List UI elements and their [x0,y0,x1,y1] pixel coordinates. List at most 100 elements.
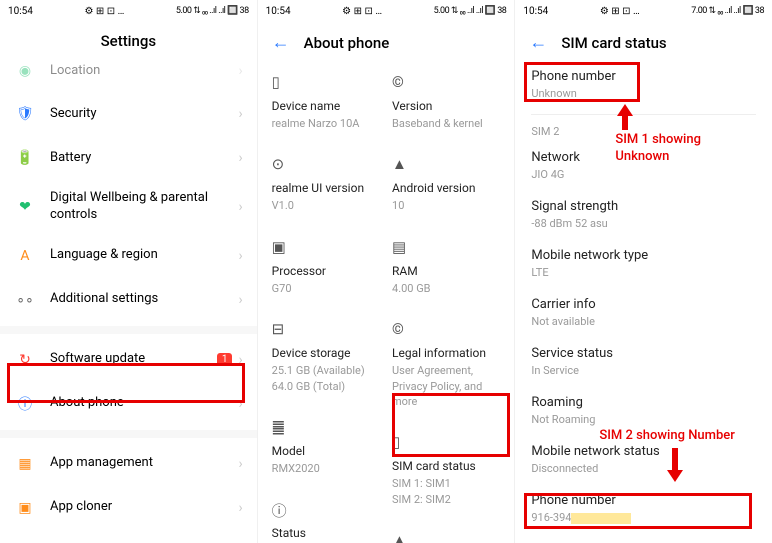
about-item-icon: ▤ [392,238,410,256]
about-header: ← About phone [258,22,515,63]
about-item-android-version[interactable]: ▲ Android version 10 [392,145,500,227]
chevron-right-icon: › [238,352,242,368]
settings-item-about-phone[interactable]: ⓘAbout phone› [0,382,257,426]
settings-item-app-cloner[interactable]: ▣ App cloner› [0,486,257,530]
settings-screen: 10:54 ⚙ ⊞ ⊡ … 5.00 ⇅ ₀₀ ..ıl ..ıl 🔲 38 S… [0,0,258,543]
chevron-right-icon: › [238,199,242,215]
about-item-icon: ䷀ [272,418,290,436]
about-item-device-storage[interactable]: ⊟Device storage25.1 GB (Available)64.0 G… [272,310,380,408]
about-item-value: SIM 1: SIM1SIM 2: SIM2 [392,476,500,507]
about-item-value: 4.00 GB [392,281,500,296]
status-icons: ⚙ ⊞ ⊡ … [342,6,382,17]
about-item-status[interactable]: ⓘStatusIMEI & IP [272,490,380,543]
settings-item-digital-wellbeing-parental-controls[interactable]: ❤ Digital Wellbeing & parental controls› [0,180,257,234]
settings-item-label: Digital Wellbeing & parental controls [50,190,238,224]
about-item-regulatory[interactable]: ▲Regulatory [392,521,500,543]
settings-item-security[interactable]: 🛡Security› [0,92,257,136]
status-bar: 10:54 ⚙ ⊞ ⊡ … 7.00 ⇅ ₀₀ ..ıl ..ıl 🔲 38 [515,0,772,22]
chevron-right-icon: › [238,500,242,516]
settings-item-icon: ∘∘ [14,289,36,311]
about-item-value: V1.0 [272,198,380,213]
status-time: 10:54 [523,6,548,17]
about-item-model[interactable]: ䷀ModelRMX2020 [272,408,380,490]
about-item-device-name[interactable]: ▯ Device name realme Narzo 10A [272,63,380,145]
about-phone-screen: 10:54 ⚙ ⊞ ⊡ … 5.00 ⇅ ₀₀ ..ıl ..ıl 🔲 38 ←… [258,0,516,543]
back-button[interactable]: ← [272,32,290,53]
status-right: 7.00 ⇅ ₀₀ ..ıl ..ıl 🔲 38 [691,6,764,16]
sim-block-service-status[interactable]: Service status In Service [515,338,772,387]
chevron-right-icon: › [238,292,242,308]
sim-block-title: Service status [531,346,756,361]
status-right: 5.00 ⇅ ₀₀ ..ıl ..ıl 🔲 38 [434,6,507,16]
about-item-icon: ▯ [272,73,290,91]
settings-header: Settings [0,22,257,60]
annotation-sim1: SIM 1 showing Unknown [615,132,745,166]
redacted-number [571,513,631,524]
settings-item-software-update[interactable]: ↻Software update1› [0,338,257,382]
settings-item-language-region[interactable]: ALanguage & region› [0,234,257,278]
about-item-icon: ▲ [392,155,410,173]
settings-item-location[interactable]: ◉Location› [0,60,257,92]
about-item-icon: © [392,320,410,338]
sim-status-screen: 10:54 ⚙ ⊞ ⊡ … 7.00 ⇅ ₀₀ ..ıl ..ıl 🔲 38 ←… [515,0,772,543]
sim-title: SIM card status [561,34,666,52]
about-item-title: Model [272,444,380,458]
settings-item-icon: ↻ [14,349,36,371]
sim-block-title: Mobile network type [531,248,756,263]
about-item-title: realme UI version [272,181,380,195]
settings-item-icon: ▣ [14,497,36,519]
sim-block-signal-strength[interactable]: Signal strength-88 dBm 52 asu [515,191,772,240]
phone-number-sim1[interactable]: Phone number Unknown [515,63,772,106]
about-item-sim-card-status[interactable]: ▯SIM card statusSIM 1: SIM1SIM 2: SIM2 [392,423,500,521]
settings-item-battery[interactable]: 🔋Battery› [0,136,257,180]
status-icons: ⚙ ⊞ ⊡ … [84,6,124,17]
about-item-value: realme Narzo 10A [272,116,380,131]
arrow-up-icon [615,104,635,130]
status-icons: ⚙ ⊞ ⊡ … [600,6,640,17]
about-item-value: 10 [392,198,500,213]
settings-item-icon: A [14,245,36,267]
settings-item-label: About phone [50,395,238,412]
about-item-title: Device name [272,99,380,113]
sim-block-carrier-info[interactable]: Carrier infoNot available [515,289,772,338]
about-item-version[interactable]: ©VersionBaseband & kernel [392,63,500,145]
about-item-realme-ui-version[interactable]: ⊙realme UI versionV1.0 [272,145,380,227]
sim-block-title: Roaming [531,395,756,410]
sim-block-value: JIO 4G [531,168,756,181]
about-item-icon: © [392,73,410,91]
sim-block-value: In Service [531,364,756,377]
status-bar: 10:54 ⚙ ⊞ ⊡ … 5.00 ⇅ ₀₀ ..ıl ..ıl 🔲 38 [0,0,257,22]
settings-item-label: Battery [50,150,238,167]
about-item-title: Android version [392,181,500,195]
sim-block-phone-number[interactable]: Phone number 916-394 [515,485,772,534]
back-button[interactable]: ← [529,32,547,53]
settings-item-icon: ◉ [14,60,36,82]
sim-block-value: 916-394 [531,511,756,524]
settings-item-icon: ▦ [14,453,36,475]
settings-item-label: Software update [50,351,217,368]
settings-item-icon: 🛡 [14,103,36,125]
about-item-title: Legal information [392,346,500,360]
sim-block-value: Not Roaming [531,413,756,426]
settings-item-label: Language & region [50,247,238,264]
settings-item-icon: ❤ [14,196,36,218]
sim-block-title: Phone number [531,493,756,508]
about-item-title: Processor [272,264,380,278]
about-item-legal-information[interactable]: ©Legal informationUser Agreement, Privac… [392,310,500,423]
settings-item-label: Location [50,63,238,80]
about-item-value: G70 [272,281,380,296]
settings-item-additional-settings[interactable]: ∘∘Additional settings› [0,278,257,322]
about-item-value: 25.1 GB (Available)64.0 GB (Total) [272,363,380,394]
settings-item-label: App cloner [50,499,238,516]
chevron-right-icon: › [238,456,242,472]
about-item-processor[interactable]: ▣ Processor G70 [272,228,380,310]
about-item-icon: ▣ [272,238,290,256]
status-right: 5.00 ⇅ ₀₀ ..ıl ..ıl 🔲 38 [176,6,249,16]
sim-block-mobile-network-status[interactable]: Mobile network statusDisconnected [515,436,772,485]
sim-block-mobile-network-type[interactable]: Mobile network typeLTE [515,240,772,289]
about-item-title: Version [392,99,500,113]
about-item-title: SIM card status [392,459,500,473]
about-item-ram[interactable]: ▤RAM4.00 GB [392,228,500,310]
settings-item-game-space[interactable]: ⬡Game Space› [0,530,257,543]
settings-item-app-management[interactable]: ▦App management› [0,442,257,486]
